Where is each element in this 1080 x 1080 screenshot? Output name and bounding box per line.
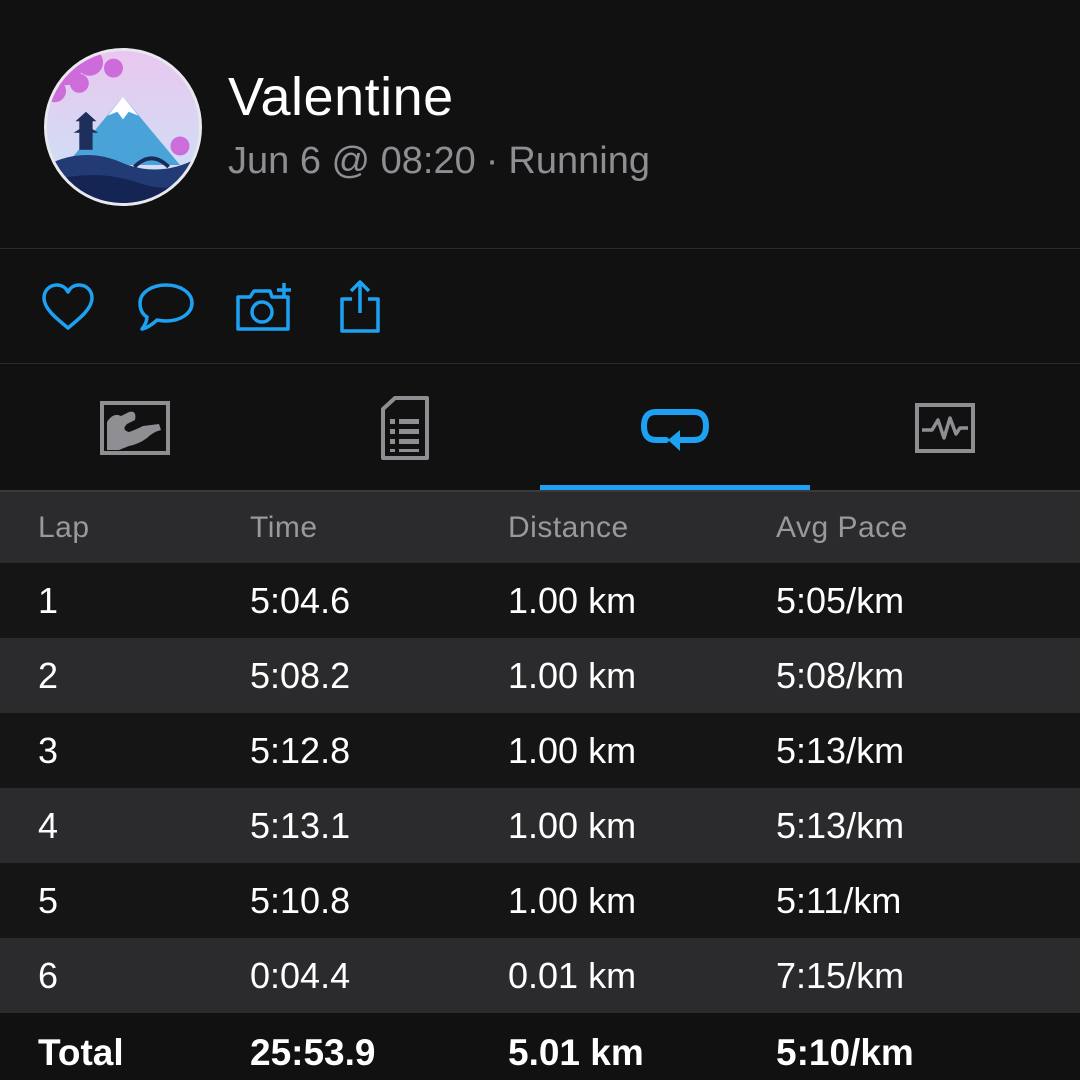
table-row[interactable]: 2 5:08.2 1.00 km 5:08/km <box>0 638 1080 713</box>
document-list-icon <box>381 395 429 460</box>
avatar[interactable] <box>44 48 202 206</box>
tab-map[interactable] <box>0 364 270 491</box>
tab-laps[interactable] <box>540 364 810 491</box>
add-photo-button[interactable] <box>234 279 294 335</box>
separator: · <box>485 140 499 182</box>
lap-avg-pace: 5:13/km <box>776 804 905 846</box>
lap-number: 5 <box>38 879 59 921</box>
lap-distance: 1.00 km <box>508 804 637 846</box>
active-tab-indicator <box>540 485 810 490</box>
share-icon <box>340 280 380 333</box>
comment-icon <box>138 283 194 331</box>
lap-time: 5:13.1 <box>250 804 351 846</box>
table-header-row: Lap Time Distance Avg Pace <box>0 492 1080 563</box>
lap-distance: 1.00 km <box>508 654 637 696</box>
heart-icon <box>42 283 94 330</box>
table-row[interactable]: 4 5:13.1 1.00 km 5:13/km <box>0 788 1080 863</box>
lap-distance: 1.00 km <box>508 879 637 921</box>
lap-avg-pace: 7:15/km <box>776 954 905 996</box>
column-header-time[interactable]: Time <box>250 492 318 563</box>
user-name[interactable]: Valentine <box>228 66 454 128</box>
tab-details[interactable] <box>270 364 540 491</box>
total-time: 25:53.9 <box>250 1032 376 1073</box>
lap-time: 5:12.8 <box>250 729 351 771</box>
laps-loop-icon <box>640 408 710 451</box>
lap-number: 1 <box>38 579 59 621</box>
table-row[interactable]: 5 5:10.8 1.00 km 5:11/km <box>0 863 1080 938</box>
total-distance: 5.01 km <box>508 1032 644 1073</box>
table-row[interactable]: 3 5:12.8 1.00 km 5:13/km <box>0 713 1080 788</box>
table-row[interactable]: 1 5:04.6 1.00 km 5:05/km <box>0 563 1080 638</box>
lap-distance: 0.01 km <box>508 954 637 996</box>
chart-pulse-icon <box>915 402 975 453</box>
lap-time: 5:10.8 <box>250 879 351 921</box>
lap-number: 4 <box>38 804 59 846</box>
lap-number: 2 <box>38 654 59 696</box>
action-bar <box>0 249 1080 363</box>
column-header-lap[interactable]: Lap <box>38 492 90 563</box>
lap-time: 5:04.6 <box>250 579 351 621</box>
tab-charts[interactable] <box>810 364 1080 491</box>
table-total-row: Total 25:53.9 5.01 km 5:10/km <box>0 1013 1080 1080</box>
lap-time: 0:04.4 <box>250 954 351 996</box>
mountain-landscape-avatar-icon <box>47 51 199 203</box>
comment-button[interactable] <box>136 279 196 335</box>
lap-distance: 1.00 km <box>508 579 637 621</box>
add-photo-icon <box>236 283 291 331</box>
laps-table: Lap Time Distance Avg Pace 1 5:04.6 1.00… <box>0 492 1080 1080</box>
lap-number: 6 <box>38 954 59 996</box>
map-icon <box>100 400 170 455</box>
like-button[interactable] <box>38 279 98 335</box>
lap-avg-pace: 5:05/km <box>776 579 905 621</box>
activity-tabs <box>0 364 1080 491</box>
column-header-avg-pace[interactable]: Avg Pace <box>776 492 908 563</box>
table-row[interactable]: 6 0:04.4 0.01 km 7:15/km <box>0 938 1080 1013</box>
total-avg-pace: 5:10/km <box>776 1032 914 1073</box>
lap-distance: 1.00 km <box>508 729 637 771</box>
activity-header: Valentine Jun 6 @ 08:20 · Running <box>0 0 1080 248</box>
lap-number: 3 <box>38 729 59 771</box>
activity-type: Running <box>508 140 650 182</box>
lap-avg-pace: 5:08/km <box>776 654 905 696</box>
activity-subtitle: Jun 6 @ 08:20 · Running <box>228 140 650 183</box>
lap-avg-pace: 5:13/km <box>776 729 905 771</box>
total-label: Total <box>38 1032 124 1073</box>
share-button[interactable] <box>330 279 390 335</box>
lap-avg-pace: 5:11/km <box>776 879 902 921</box>
column-header-distance[interactable]: Distance <box>508 492 629 563</box>
activity-date-time: Jun 6 @ 08:20 <box>228 140 476 182</box>
lap-time: 5:08.2 <box>250 654 351 696</box>
